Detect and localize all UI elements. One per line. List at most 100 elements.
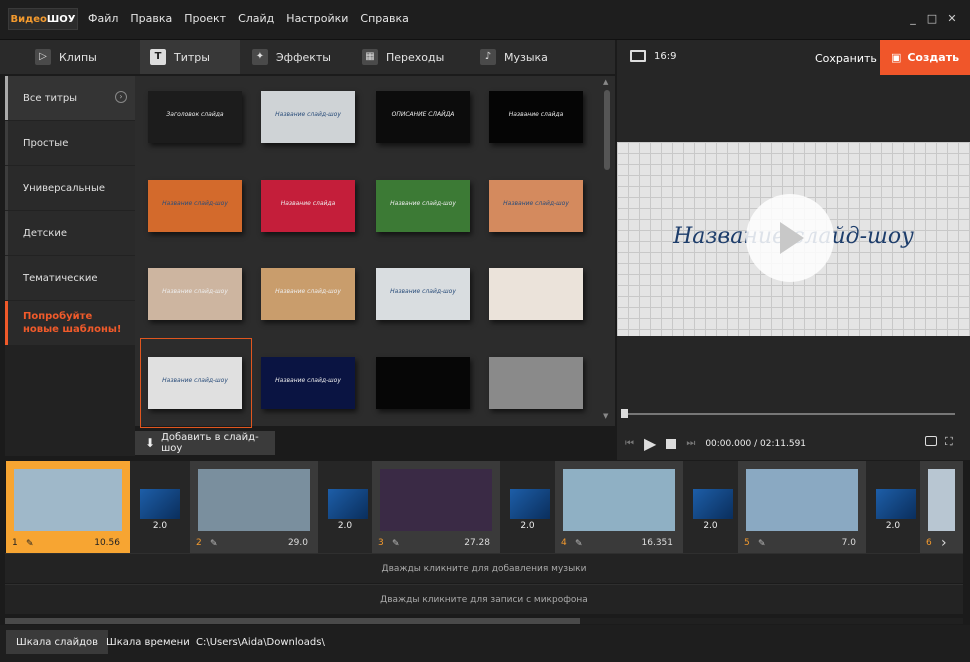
title-template-thumb[interactable]: Название слайд-шоу — [376, 268, 470, 320]
title-template-thumb[interactable]: Заголовок слайда — [148, 91, 242, 143]
menu-slide[interactable]: Слайд — [238, 12, 274, 25]
thumb-caption: Название слайд-шоу — [390, 288, 456, 295]
category-simple[interactable]: Простые — [5, 121, 135, 165]
menu-edit[interactable]: Правка — [130, 12, 172, 25]
scroll-up-icon[interactable]: ▲ — [603, 78, 608, 86]
timeline-transition[interactable]: 2.0 — [500, 461, 555, 553]
title-template-thumb[interactable]: Название слайд-шоу — [261, 357, 355, 409]
category-label: Тематические — [23, 272, 98, 284]
slide-number: 3 — [378, 538, 384, 548]
title-template-thumb[interactable]: Название слайд-шоу — [148, 268, 242, 320]
category-kids[interactable]: Детские — [5, 211, 135, 255]
category-universal[interactable]: Универсальные — [5, 166, 135, 210]
title-template-thumb[interactable] — [376, 357, 470, 409]
playback-progress[interactable] — [622, 413, 955, 415]
slide-duration: 29.0 — [287, 538, 308, 548]
category-thematic[interactable]: Тематические — [5, 256, 135, 300]
scroll-down-icon[interactable]: ▼ — [603, 412, 608, 420]
category-all[interactable]: Все титры › — [5, 76, 135, 120]
title-template-thumb[interactable]: Название слайд-шоу — [148, 180, 242, 232]
add-to-slideshow-button[interactable]: ⬇ Добавить в слайд-шоу — [135, 431, 275, 455]
menu-settings[interactable]: Настройки — [286, 12, 348, 25]
magic-wand-icon: ✦ — [252, 49, 268, 65]
minimize-button[interactable]: _ — [906, 12, 920, 26]
save-button[interactable]: Сохранить — [815, 52, 877, 65]
title-template-thumb[interactable]: Название слайд-шоу — [261, 91, 355, 143]
title-template-thumb[interactable]: Название слайд-шоу — [261, 268, 355, 320]
promo-new-templates[interactable]: Попробуйте новые шаблоны! — [5, 301, 135, 345]
tab-transitions[interactable]: ▦ Переходы — [362, 40, 472, 74]
timeline-scrollbar[interactable] — [5, 618, 963, 624]
timeline-slide[interactable]: 1 ✎ 10.56 — [6, 461, 130, 553]
maximize-button[interactable]: □ — [925, 12, 939, 26]
pencil-icon[interactable]: ✎ — [758, 539, 766, 549]
tab-effects[interactable]: ✦ Эффекты — [252, 40, 352, 74]
snapshot-icon[interactable] — [925, 436, 937, 446]
music-track[interactable]: Дважды кликните для добавления музыки — [5, 553, 963, 583]
fullscreen-icon[interactable]: ⛶ — [945, 435, 953, 449]
timeline-scroll-thumb[interactable] — [5, 618, 580, 624]
thumb-caption: Название слайд-шоу — [275, 111, 341, 118]
next-icon[interactable]: ⏭ — [686, 438, 695, 449]
slide-duration: 7.0 — [841, 538, 856, 548]
pencil-icon[interactable]: ✎ — [575, 539, 583, 549]
aspect-ratio[interactable]: 16:9 — [630, 50, 676, 62]
transition-duration: 2.0 — [337, 521, 353, 531]
tab-label: Клипы — [59, 50, 97, 64]
timeline-next-icon[interactable]: › — [941, 535, 947, 551]
title-template-thumb[interactable]: Название слайда — [261, 180, 355, 232]
tab-label: Переходы — [386, 50, 445, 64]
menu-project[interactable]: Проект — [184, 12, 226, 25]
timeline-slide[interactable]: 3 ✎ 27.28 — [372, 461, 500, 553]
timeline-transition[interactable]: 2.0 — [318, 461, 372, 553]
play-overlay-icon[interactable] — [746, 194, 834, 282]
transition-duration: 2.0 — [703, 521, 718, 531]
mic-track[interactable]: Дважды кликните для записи с микрофона — [5, 584, 963, 614]
progress-handle[interactable] — [621, 409, 628, 418]
grid-scrollbar[interactable] — [604, 90, 610, 170]
menu-file[interactable]: Файл — [88, 12, 118, 25]
timeline-transition[interactable]: 2.0 — [683, 461, 738, 553]
menu-help[interactable]: Справка — [360, 12, 408, 25]
thumb-caption: ОПИСАНИЕ СЛАЙДА — [391, 111, 455, 118]
thumb-caption: Название слайд-шоу — [162, 288, 228, 295]
title-template-thumb[interactable]: Название слайд-шоу — [489, 180, 583, 232]
playback-controls: ⏮ ▶ ⏭ 00:00.000 / 02:11.591 — [625, 434, 806, 453]
title-template-thumb[interactable] — [489, 357, 583, 409]
slide-duration: 10.56 — [94, 538, 120, 548]
pencil-icon[interactable]: ✎ — [392, 539, 400, 549]
pencil-icon[interactable]: ✎ — [26, 539, 34, 549]
tab-clips[interactable]: ▷ Клипы — [35, 40, 135, 74]
download-arrow-icon: ⬇ — [145, 436, 156, 450]
thumb-caption: Название слайд-шоу — [275, 288, 341, 295]
timeline-slide[interactable]: 5 ✎ 7.0 — [738, 461, 866, 553]
menu-bar: Файл Правка Проект Слайд Настройки Справ… — [88, 12, 409, 25]
timeline-transition[interactable]: 2.0 — [130, 461, 190, 553]
play-icon[interactable]: ▶ — [644, 434, 656, 453]
timeline-slide[interactable]: 2 ✎ 29.0 — [190, 461, 318, 553]
previous-icon[interactable]: ⏮ — [625, 438, 634, 449]
pencil-icon[interactable]: ✎ — [210, 539, 218, 549]
title-template-thumb[interactable]: ОПИСАНИЕ СЛАЙДА — [376, 91, 470, 143]
tab-time-scale[interactable]: Шкала времени — [96, 630, 200, 654]
thumb-caption: Название слайд-шоу — [390, 200, 456, 207]
tab-music[interactable]: ♪ Музыка — [480, 40, 580, 74]
thumb-caption: Название слайд-шоу — [275, 377, 341, 384]
tab-slide-scale[interactable]: Шкала слайдов — [6, 630, 109, 654]
thumb-caption: Название слайд-шоу — [162, 200, 228, 207]
title-template-thumb[interactable] — [489, 268, 583, 320]
stop-icon[interactable] — [666, 438, 677, 449]
slide-thumbnail — [198, 469, 310, 531]
promo-line2: новые шаблоны! — [23, 324, 122, 335]
timeline-slide[interactable]: 4 ✎ 16.351 — [555, 461, 683, 553]
create-button[interactable]: ▣ Создать — [880, 40, 970, 75]
title-template-thumb[interactable]: Название слайд-шоу — [376, 180, 470, 232]
timeline-transition[interactable]: 2.0 — [866, 461, 920, 553]
title-template-thumb[interactable]: Название слайда — [489, 91, 583, 143]
tab-titles[interactable]: T Титры — [140, 40, 240, 74]
close-button[interactable]: ✕ — [945, 12, 959, 26]
thumb-caption: Название слайда — [280, 200, 336, 207]
slide-duration: 16.351 — [641, 538, 674, 548]
text-icon: T — [150, 49, 166, 65]
category-label: Все титры — [23, 92, 78, 104]
